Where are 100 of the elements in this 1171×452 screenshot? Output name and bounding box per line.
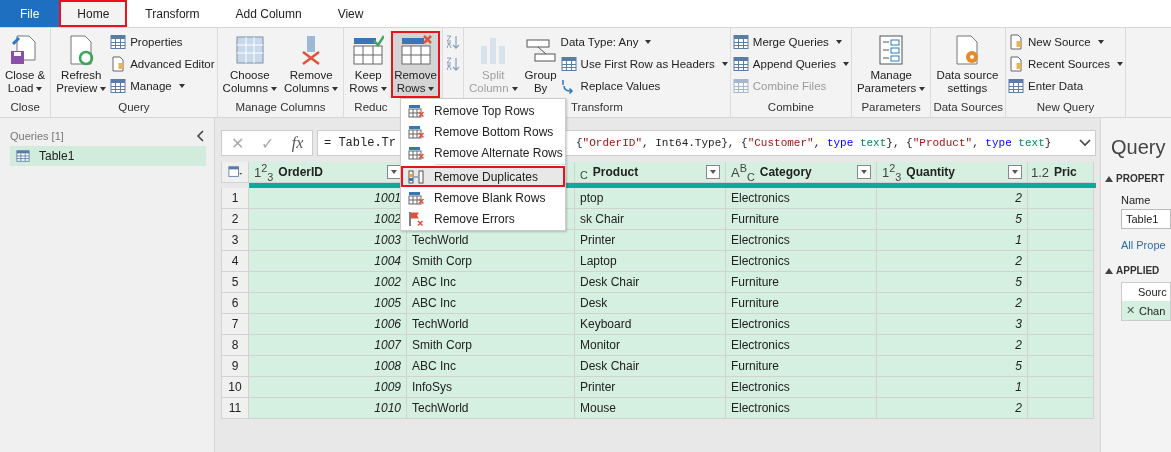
ribbon-button[interactable]: Use First Row as Headers xyxy=(560,55,728,73)
grid-x-icon xyxy=(399,34,432,66)
filter-dropdown-icon[interactable] xyxy=(706,165,720,179)
all-properties-link[interactable]: All Prope xyxy=(1121,239,1171,251)
table-menu-icon xyxy=(228,165,242,179)
ribbon-button[interactable]: Data Type: Any xyxy=(560,33,728,51)
ribbon-button[interactable]: Replace Values xyxy=(560,77,728,95)
table-cell: Furniture xyxy=(726,272,877,293)
menu-item[interactable]: Remove Top Rows xyxy=(401,100,565,121)
table-cell: Mouse xyxy=(575,398,726,419)
insert-function-button[interactable]: fx xyxy=(291,134,304,152)
section-heading: PROPERT xyxy=(1116,173,1165,184)
table-cell xyxy=(1028,251,1094,272)
ribbon-button[interactable]: Group By xyxy=(521,31,560,98)
column-grid-icon xyxy=(233,34,266,66)
ribbon-tab[interactable]: View xyxy=(319,0,382,27)
ribbon-tab[interactable]: Transform xyxy=(127,0,218,27)
name-field[interactable]: Table1 xyxy=(1121,209,1171,229)
menu-item[interactable]: Remove Duplicates xyxy=(401,166,565,187)
applied-step[interactable]: Sourc xyxy=(1122,283,1170,301)
row-number: 9 xyxy=(221,356,249,377)
filter-dropdown-icon[interactable] xyxy=(1008,165,1022,179)
table-cell: 1008 xyxy=(249,356,407,377)
group-label: New Query xyxy=(1036,100,1095,115)
ribbon-button[interactable]: Keep Rows xyxy=(346,31,391,98)
table-cell: Desk Chair xyxy=(575,356,726,377)
collapse-chevron-icon[interactable] xyxy=(196,130,206,142)
field-label: Name xyxy=(1121,194,1152,206)
table-cell: Printer xyxy=(575,377,726,398)
filter-dropdown-icon[interactable] xyxy=(857,165,871,179)
properties-icon xyxy=(110,34,127,50)
table-cell: Desk Chair xyxy=(575,272,726,293)
expand-chevron-icon[interactable] xyxy=(1079,139,1091,147)
ribbon-button[interactable]: Merge Queries xyxy=(732,33,849,51)
table-cell xyxy=(1028,356,1094,377)
table-cell: 1010 xyxy=(249,398,407,419)
table-cell: 1 xyxy=(877,377,1028,398)
collapse-triangle-icon[interactable] xyxy=(1105,175,1113,182)
ribbon-button[interactable]: Choose Columns xyxy=(219,31,280,98)
caret-icon xyxy=(919,86,926,91)
ribbon-button[interactable]: Remove Columns xyxy=(280,31,342,98)
row-number: 3 xyxy=(221,230,249,251)
group-label: Data Sources xyxy=(933,100,1004,115)
section-heading: APPLIED xyxy=(1116,265,1160,276)
table-cell: TechWorld xyxy=(407,398,575,419)
recent-sources-icon xyxy=(1008,56,1025,72)
grid-x-icon xyxy=(408,102,424,119)
ribbon-button[interactable]: Close & Load xyxy=(2,31,49,98)
ribbon-button[interactable]: New Source xyxy=(1008,33,1123,51)
ribbon-tab[interactable]: File xyxy=(0,0,60,27)
column-header[interactable]: 1.2 Pric xyxy=(1028,162,1094,183)
caret-icon xyxy=(381,86,388,91)
delete-step-button[interactable]: ✕ xyxy=(1126,304,1135,317)
ribbon-button[interactable]: Append Queries xyxy=(732,55,849,73)
caret-icon xyxy=(835,40,842,44)
caret-icon xyxy=(100,86,107,91)
table-icon xyxy=(1008,78,1025,94)
table-cell: Electronics xyxy=(726,314,877,335)
column-title: Product xyxy=(592,165,640,179)
query-item[interactable]: Table1 xyxy=(10,146,206,166)
ribbon-tab[interactable]: Add Column xyxy=(217,0,320,27)
ribbon-button[interactable]: Advanced Editor xyxy=(110,55,215,73)
caret-icon xyxy=(1097,40,1104,44)
collapse-triangle-icon[interactable] xyxy=(1105,267,1113,274)
table-cell: 1007 xyxy=(249,335,407,356)
column-type-label[interactable]: C xyxy=(580,163,588,181)
table-cell: ABC Inc xyxy=(407,293,575,314)
caret-icon xyxy=(721,62,728,66)
group-label: Query xyxy=(118,100,150,115)
ribbon-button[interactable]: Enter Data xyxy=(1008,77,1123,95)
column-type-label[interactable]: 1.2 xyxy=(1031,164,1050,180)
ribbon-button[interactable]: Recent Sources xyxy=(1008,55,1123,73)
table-menu-button[interactable] xyxy=(221,162,249,183)
merge-icon xyxy=(732,34,749,50)
table-cell: Electronics xyxy=(726,251,877,272)
table-cell: Electronics xyxy=(726,377,877,398)
group-label: Close xyxy=(10,100,40,115)
ribbon-button[interactable]: Manage Parameters xyxy=(853,31,929,98)
table-cell: ptop xyxy=(575,188,726,209)
applied-step[interactable]: ✕ Chan xyxy=(1122,301,1170,320)
columns-arrow-icon xyxy=(408,168,424,185)
group-label: Reduc xyxy=(353,100,388,115)
table-cell: TechWorld xyxy=(407,230,575,251)
ribbon-button[interactable]: Data source settings xyxy=(933,31,1002,98)
table-cell: 1005 xyxy=(249,293,407,314)
table-cell: Smith Corp xyxy=(407,335,575,356)
ribbon-button[interactable]: Remove Rows xyxy=(391,31,440,98)
filter-dropdown-icon[interactable] xyxy=(387,165,401,179)
table-cell: Printer xyxy=(575,230,726,251)
ribbon-button[interactable]: Manage xyxy=(110,77,215,95)
column-title: OrderID xyxy=(278,165,324,179)
ribbon-tab[interactable]: Home xyxy=(59,0,128,27)
grid-x-icon xyxy=(408,123,424,140)
caret-icon xyxy=(36,86,43,91)
table-icon xyxy=(560,56,577,72)
flag-x-icon xyxy=(408,210,424,227)
ribbon-button[interactable]: Refresh Preview xyxy=(53,31,110,98)
row-number: 2 xyxy=(221,209,249,230)
new-source-icon xyxy=(1008,34,1025,50)
ribbon-button[interactable]: Properties xyxy=(110,33,215,51)
